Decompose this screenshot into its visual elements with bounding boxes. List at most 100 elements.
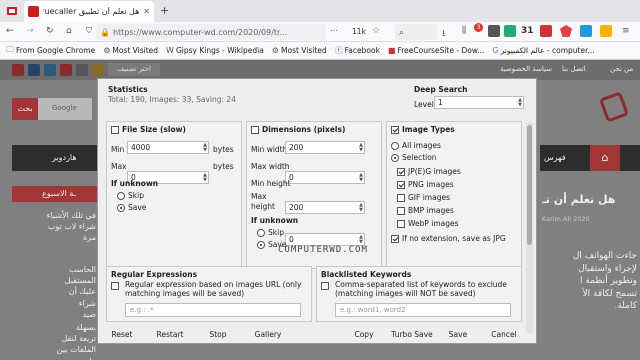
regex-checkbox[interactable] — [111, 281, 122, 290]
spinner-arrows-icon[interactable]: ▲ ▼ — [359, 142, 363, 153]
all-images-radio[interactable]: All images — [391, 141, 441, 150]
scrollbar[interactable] — [526, 123, 533, 333]
extension3-icon[interactable] — [580, 25, 592, 37]
new-tab-button[interactable]: + — [160, 4, 169, 17]
tab-close-icon[interactable]: ✕ — [143, 7, 150, 16]
sidebar-post[interactable]: في تلك الأشياء شراء لاب توب مرة — [40, 210, 96, 244]
dimensions-checkbox[interactable] — [251, 126, 259, 134]
blacklist-input[interactable]: e.g.: word1, word2 — [335, 303, 511, 317]
search-box[interactable]: ⌕ — [395, 24, 437, 40]
bookmark-item[interactable]: W Gipsy Kings - Wikipedia — [166, 46, 264, 55]
article-title[interactable]: هل تعلم أن تـ — [542, 192, 615, 207]
dim-skip-radio[interactable]: Skip — [257, 228, 284, 237]
gif-checkbox[interactable]: GIF images — [397, 193, 450, 202]
sidebar-post[interactable]: بسهلة تريعة لنقل الملفات بين هاتف — [40, 322, 96, 360]
spinner-arrows-icon[interactable]: ▲ ▼ — [359, 202, 363, 213]
shield-icon[interactable]: ⛉ — [86, 26, 92, 36]
stop-button[interactable]: Stop — [198, 326, 238, 342]
social-icon[interactable] — [44, 64, 56, 76]
spinner-arrows-icon[interactable]: ▲ ▼ — [203, 172, 207, 183]
spinner-arrows-icon[interactable]: ▲ ▼ — [203, 142, 207, 153]
url-bar[interactable]: 🔒 https://www.computer-wd.com/2020/09/tr… — [96, 24, 326, 40]
file-size-title: File Size (slow) — [122, 125, 186, 134]
restart-button[interactable]: Restart — [150, 326, 190, 342]
max-width-input[interactable]: 0 ▲ ▼ — [285, 171, 365, 184]
blacklist-checkbox[interactable] — [321, 281, 332, 290]
category-select[interactable]: اختر تصنيف — [108, 63, 160, 76]
library-icon[interactable]: ⫼ — [462, 26, 466, 36]
webp-checkbox[interactable]: WebP images — [397, 219, 459, 228]
size-skip-radio[interactable]: Skip — [117, 191, 144, 200]
bookmark-item[interactable]: ⓕ Facebook — [335, 45, 380, 56]
site-link[interactable]: من نحن — [610, 65, 633, 75]
site-logo[interactable] — [580, 90, 630, 130]
tab-active[interactable]: ✕ هل تعلم أن تطبيق Truecaller يحـ — [24, 1, 154, 22]
folder-icon: 🗀 — [6, 44, 14, 54]
jpeg-checkbox[interactable]: JP(E)G images — [397, 167, 461, 176]
search-icon: ⌕ — [399, 28, 405, 38]
extension-count[interactable]: 31 — [521, 26, 534, 36]
reload-icon[interactable]: ↻ — [46, 26, 54, 36]
social-icon[interactable] — [12, 64, 24, 76]
copy-button[interactable]: Copy — [342, 326, 386, 342]
reset-button[interactable]: Reset — [102, 326, 142, 342]
social-icon[interactable] — [76, 64, 88, 76]
site-link[interactable]: اتصل بنا — [562, 65, 586, 75]
extension-icon[interactable] — [488, 25, 500, 37]
menu-icon[interactable]: ≡ — [622, 26, 630, 36]
sidebar-post[interactable]: الحاسب المستقبل عليك أن شراء صيد — [40, 264, 96, 320]
regex-description: Regular expression based on images URL (… — [125, 280, 302, 298]
wiki-icon: W — [166, 46, 174, 55]
bookmark-item[interactable]: ⚙ Most Visited — [272, 46, 327, 55]
forward-icon[interactable]: → — [26, 26, 34, 36]
adblock-icon[interactable] — [540, 25, 552, 37]
back-icon[interactable]: ← — [6, 26, 14, 36]
bmp-checkbox[interactable]: BMP images — [397, 206, 454, 215]
list-all-tabs-icon[interactable] — [6, 5, 18, 17]
scrollbar-thumb[interactable] — [527, 125, 532, 245]
social-icon[interactable] — [28, 64, 40, 76]
gear-icon: ⚙ — [103, 46, 111, 55]
if-unknown-label: If unknown — [111, 179, 159, 188]
deep-search-level-input[interactable]: 1 ▲ ▼ — [434, 96, 524, 109]
page-actions-icon[interactable]: ⋯ — [330, 26, 338, 35]
turbo-save-button[interactable]: Turbo Save — [388, 326, 436, 342]
file-size-checkbox[interactable] — [111, 126, 119, 134]
cancel-button[interactable]: Cancel — [482, 326, 526, 342]
save-button[interactable]: Save — [438, 326, 478, 342]
zoom-level[interactable]: 11k — [352, 27, 366, 36]
nav-index-link[interactable]: فهرس — [544, 152, 566, 163]
bookmark-item[interactable]: G عالم الكمبيوتر - computer... — [492, 46, 594, 55]
bookmark-item[interactable]: ⚙ Most Visited — [103, 46, 158, 55]
spinner-arrows-icon[interactable]: ▲ ▼ — [359, 234, 363, 245]
social-icon[interactable] — [92, 64, 104, 76]
min-width-input[interactable]: 200 ▲ ▼ — [285, 141, 365, 154]
bookmark-item[interactable]: 🗀 From Google Chrome — [6, 44, 95, 58]
selection-radio[interactable]: Selection — [391, 153, 437, 162]
extension2-icon[interactable] — [504, 25, 516, 37]
extension-badge[interactable]: 3 — [474, 23, 483, 32]
site-search-button[interactable]: بحث — [12, 98, 38, 120]
png-checkbox[interactable]: PNG images — [397, 180, 454, 189]
site-link[interactable]: سياسة الخصوصية — [500, 65, 552, 75]
min-size-input[interactable]: 4000 ▲ ▼ — [127, 141, 209, 154]
extension4-icon[interactable] — [600, 25, 612, 37]
nav-hardware-link[interactable]: هاردوير — [52, 152, 77, 163]
url-text: https://www.computer-wd.com/2020/09/tr..… — [112, 27, 288, 37]
bookmark-star-icon[interactable]: ☆ — [372, 26, 380, 36]
min-size-unit: bytes — [213, 145, 234, 154]
size-save-radio[interactable]: Save — [117, 203, 146, 212]
gallery-button[interactable]: Gallery — [246, 326, 290, 342]
bookmark-item[interactable]: ■ FreeCourseSite - Dow... — [388, 46, 485, 55]
blacklist-title: Blacklisted Keywords — [321, 270, 412, 279]
regex-input[interactable]: e.g.: .* — [125, 303, 301, 317]
home-icon[interactable]: ⌂ — [66, 26, 72, 36]
social-icon[interactable] — [60, 64, 72, 76]
min-height-input[interactable]: 200 ▲ ▼ — [285, 201, 365, 214]
no-extension-checkbox[interactable]: If no extension, save as JPG — [391, 234, 506, 243]
spinner-arrows-icon[interactable]: ▲ ▼ — [518, 97, 522, 108]
home-nav-icon[interactable]: ⌂ — [590, 145, 620, 171]
downloads-icon[interactable]: ⭳ — [442, 26, 445, 42]
image-types-checkbox[interactable] — [391, 126, 399, 134]
spinner-arrows-icon[interactable]: ▲ ▼ — [359, 172, 363, 183]
